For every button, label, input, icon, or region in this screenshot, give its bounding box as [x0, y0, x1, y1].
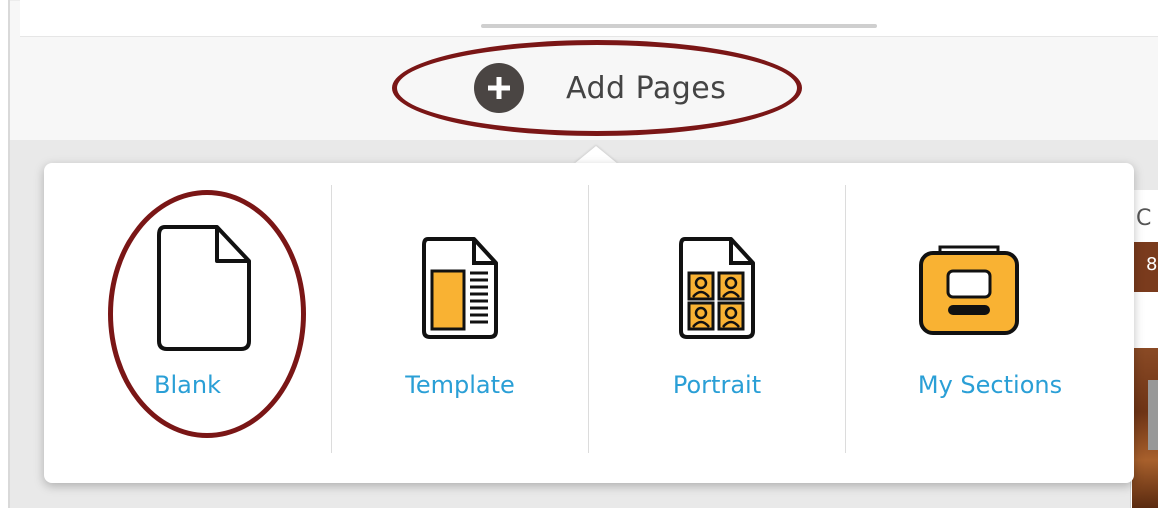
option-label-portrait: Portrait [672, 371, 762, 399]
side-panel-thumbnail-detail [1148, 380, 1158, 450]
plus-circle-icon [474, 63, 524, 113]
drag-handle[interactable] [481, 24, 877, 28]
add-pages-popup: Blank Template Portrait My Sections [44, 163, 1134, 483]
my-sections-icon [919, 245, 1019, 335]
side-panel-text: C [1136, 206, 1152, 231]
option-label-template: Template [405, 371, 515, 399]
option-label-blank: Blank [154, 371, 221, 399]
option-template[interactable]: Template [332, 163, 588, 483]
blank-page-icon [157, 225, 251, 351]
option-blank[interactable]: Blank [44, 163, 331, 483]
popup-caret [574, 146, 618, 164]
option-my-sections[interactable]: My Sections [846, 163, 1134, 483]
option-label-my-sections: My Sections [917, 371, 1063, 399]
portrait-page-icon [679, 237, 755, 339]
add-pages-label: Add Pages [566, 70, 727, 106]
side-panel-number: 8 [1146, 254, 1158, 275]
top-strip [20, 0, 1158, 37]
option-portrait[interactable]: Portrait [589, 163, 845, 483]
add-pages-button[interactable]: Add Pages [474, 60, 726, 116]
template-page-icon [422, 237, 498, 339]
